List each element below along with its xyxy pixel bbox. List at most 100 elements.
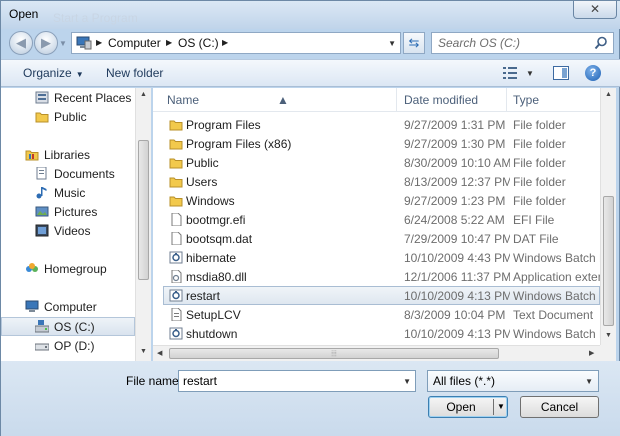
- libraries-icon: [25, 150, 39, 161]
- folder-icon: [169, 158, 183, 169]
- folder-icon: [169, 139, 183, 150]
- nav-item-libraries[interactable]: Libraries: [1, 145, 135, 164]
- file-row-windows[interactable]: Windows 9/27/2009 1:23 PM File folder: [163, 191, 600, 210]
- breadcrumb-separator-icon[interactable]: ▶: [96, 38, 102, 47]
- search-box[interactable]: [431, 32, 614, 54]
- horizontal-scroll-thumb[interactable]: ⦙⦙⦙: [169, 348, 499, 359]
- refresh-icon: ⇆: [408, 35, 420, 50]
- dll-file-icon: [171, 270, 182, 283]
- close-button[interactable]: ✕: [573, 1, 617, 19]
- navigation-pane: Recent Places Public Libraries Documents…: [1, 88, 151, 361]
- nav-item-computer[interactable]: Computer: [1, 297, 135, 316]
- drive-icon: [35, 320, 49, 333]
- nav-item-videos[interactable]: Videos: [1, 221, 135, 240]
- folder-icon: [35, 112, 49, 123]
- nav-item-recent-places[interactable]: Recent Places: [1, 88, 135, 107]
- cancel-button[interactable]: Cancel: [520, 396, 599, 418]
- file-row-users[interactable]: Users 8/13/2009 12:37 PM File folder: [163, 172, 600, 191]
- new-folder-button[interactable]: New folder: [106, 66, 163, 80]
- search-icon[interactable]: [594, 36, 608, 50]
- open-options-dropdown-icon[interactable]: ▼: [497, 397, 505, 417]
- nav-item-homegroup[interactable]: Homegroup: [1, 259, 135, 278]
- column-header-name[interactable]: Name: [167, 93, 199, 107]
- file-type-dropdown-icon[interactable]: ▼: [585, 377, 593, 386]
- recent-pages-dropdown-icon[interactable]: ▼: [59, 39, 67, 48]
- column-divider[interactable]: [396, 88, 397, 112]
- preview-pane-icon[interactable]: [553, 66, 569, 80]
- grip-icon: ⦙⦙⦙: [331, 349, 337, 358]
- breadcrumb-separator-icon[interactable]: ▶: [222, 38, 228, 47]
- file-list-horizontal-scrollbar[interactable]: ◀ ⦙⦙⦙ ▶: [153, 345, 600, 361]
- file-name-input[interactable]: [183, 374, 393, 388]
- column-header-date[interactable]: Date modified: [404, 93, 478, 107]
- nav-item-documents[interactable]: Documents: [1, 164, 135, 183]
- scroll-down-icon[interactable]: ▼: [140, 348, 147, 355]
- drive-icon: [35, 343, 49, 351]
- nav-pane-scrollbar[interactable]: ▲ ▼: [135, 88, 151, 361]
- nav-item-op-d[interactable]: OP (D:): [1, 336, 135, 355]
- file-icon: [171, 213, 182, 226]
- file-row-program-files-x86[interactable]: Program Files (x86) 9/27/2009 1:30 PM Fi…: [163, 134, 600, 153]
- chevron-down-icon: ▼: [75, 70, 84, 79]
- nav-item-public[interactable]: Public: [1, 107, 135, 126]
- batch-file-icon: [169, 251, 183, 264]
- nav-pane-scroll-thumb[interactable]: [138, 140, 149, 280]
- folder-icon: [169, 177, 183, 188]
- scroll-right-icon[interactable]: ▶: [589, 349, 594, 357]
- open-dialog: Open Start a Program ✕ ◀ ▶ ▼ ▶ Computer …: [0, 0, 620, 436]
- open-button[interactable]: Open ▼: [428, 396, 508, 418]
- file-row-program-files[interactable]: Program Files 9/27/2009 1:31 PM File fol…: [163, 115, 600, 134]
- forward-button[interactable]: ▶: [34, 31, 58, 55]
- nav-item-pictures[interactable]: Pictures: [1, 202, 135, 221]
- computer-icon: [25, 300, 39, 312]
- column-headers: ▲ Name Date modified Type: [153, 88, 600, 112]
- file-row-shutdown[interactable]: shutdown 10/10/2009 4:13 PM Windows Batc…: [163, 324, 600, 343]
- view-options-dropdown-icon[interactable]: ▼: [526, 69, 534, 78]
- file-list-vertical-scrollbar[interactable]: ▲ ▼: [600, 88, 616, 345]
- forward-arrow-icon: ▶: [41, 35, 51, 50]
- file-type-select[interactable]: All files (*.*) ▼: [427, 370, 599, 392]
- scroll-up-icon[interactable]: ▲: [605, 91, 612, 98]
- breadcrumb-os-c[interactable]: OS (C:): [178, 36, 219, 50]
- close-icon: ✕: [589, 2, 601, 16]
- vertical-scroll-thumb[interactable]: [603, 196, 614, 326]
- file-row-setuplcv[interactable]: SetupLCV 8/3/2009 10:04 PM Text Document: [163, 305, 600, 324]
- dialog-footer: File name: ▼ All files (*.*) ▼ Open ▼ Ca…: [1, 361, 620, 436]
- breadcrumb-computer[interactable]: Computer: [108, 36, 161, 50]
- folder-icon: [169, 196, 183, 207]
- folder-icon: [169, 120, 183, 131]
- nav-item-os-c[interactable]: OS (C:): [1, 317, 135, 336]
- command-bar: Organize ▼ New folder ▼ ?: [1, 59, 620, 87]
- nav-item-music[interactable]: Music: [1, 183, 135, 202]
- breadcrumb-separator-icon[interactable]: ▶: [166, 38, 172, 47]
- navigation-bar: ◀ ▶ ▼ ▶ Computer ▶ OS (C:) ▶ ▼ ⇆: [1, 29, 620, 57]
- refresh-button[interactable]: ⇆: [403, 32, 425, 54]
- file-row-public[interactable]: Public 8/30/2009 10:10 AM File folder: [163, 153, 600, 172]
- back-arrow-icon: ◀: [16, 35, 26, 50]
- file-name-dropdown-icon[interactable]: ▼: [403, 377, 411, 386]
- file-row-bootmgr-efi[interactable]: bootmgr.efi 6/24/2008 5:22 AM EFI File: [163, 210, 600, 229]
- scroll-down-icon[interactable]: ▼: [605, 332, 612, 339]
- column-divider[interactable]: [506, 88, 507, 112]
- file-name-combobox[interactable]: ▼: [178, 370, 416, 392]
- back-button[interactable]: ◀: [9, 31, 33, 55]
- scroll-left-icon[interactable]: ◀: [157, 349, 162, 357]
- file-row-hibernate[interactable]: hibernate 10/10/2009 4:43 PM Windows Bat…: [163, 248, 600, 267]
- sort-indicator-icon: ▲: [277, 93, 289, 107]
- change-view-icon[interactable]: [503, 67, 517, 79]
- recent-places-icon: [35, 91, 49, 104]
- file-name-label: File name:: [126, 374, 183, 388]
- organize-button[interactable]: Organize ▼: [23, 66, 84, 80]
- documents-icon: [36, 167, 47, 180]
- file-row-restart[interactable]: restart 10/10/2009 4:13 PM Windows Batch…: [163, 286, 600, 305]
- scroll-up-icon[interactable]: ▲: [140, 91, 147, 98]
- help-icon[interactable]: ?: [585, 65, 601, 81]
- column-header-type[interactable]: Type: [513, 93, 539, 107]
- open-button-label: Open: [446, 400, 476, 414]
- search-input[interactable]: [438, 36, 588, 50]
- address-bar[interactable]: ▶ Computer ▶ OS (C:) ▶ ▼: [71, 32, 401, 54]
- address-dropdown-icon[interactable]: ▼: [388, 39, 396, 48]
- split-divider: [493, 399, 494, 415]
- file-row-msdia80-dll[interactable]: msdia80.dll 12/1/2006 11:37 PM Applicati…: [163, 267, 600, 286]
- file-row-bootsqm-dat[interactable]: bootsqm.dat 7/29/2009 10:47 PM DAT File: [163, 229, 600, 248]
